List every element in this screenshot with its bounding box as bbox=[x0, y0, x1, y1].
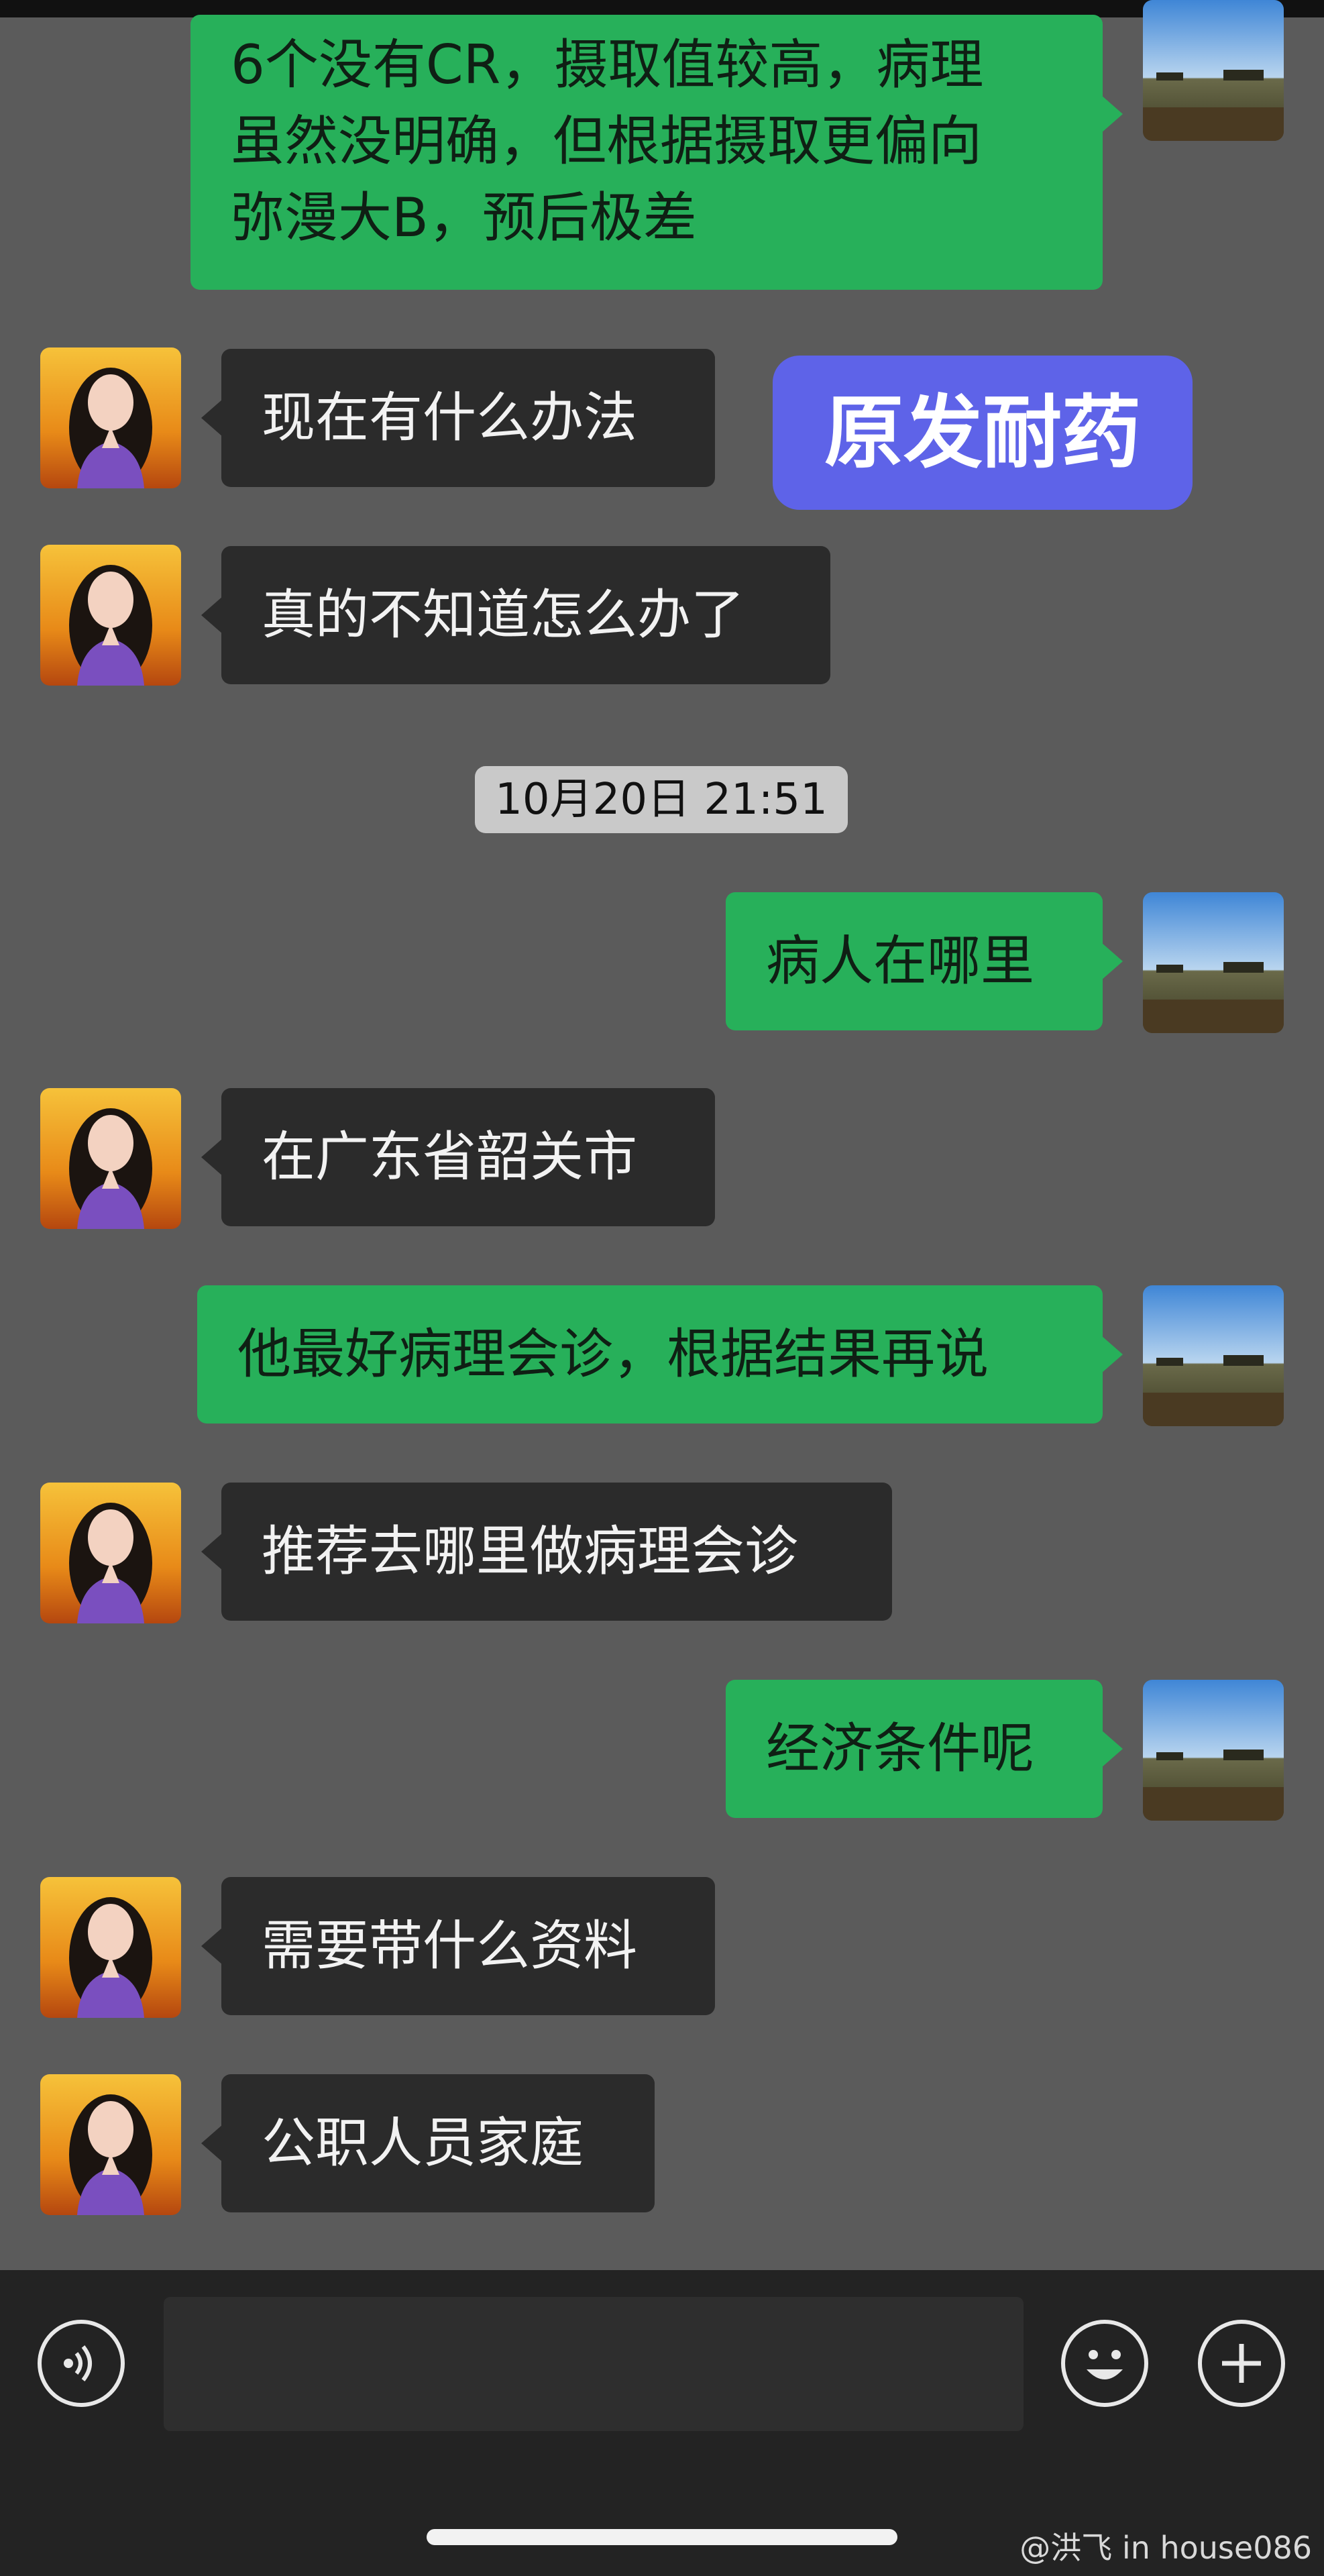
my-avatar[interactable] bbox=[1143, 1680, 1284, 1821]
my-avatar[interactable] bbox=[1143, 0, 1284, 141]
outgoing-message[interactable]: 6个没有CR，摄取值较高，病理 虽然没明确，但根据摄取更偏向 弥漫大B，预后极差 bbox=[190, 15, 1123, 290]
message-text: 他最好病理会诊，根据结果再说 bbox=[237, 1323, 989, 1385]
plus-icon bbox=[1222, 2344, 1261, 2383]
message-text: 推荐去哪里做病理会诊 bbox=[262, 1520, 798, 1582]
message-line: 弥漫大B，预后极差 bbox=[231, 186, 697, 249]
incoming-message[interactable]: 现在有什么办法 bbox=[201, 349, 715, 487]
voice-icon bbox=[64, 2345, 92, 2381]
message-text: 需要带什么资料 bbox=[262, 1915, 637, 1977]
incoming-message[interactable]: 公职人员家庭 bbox=[201, 2074, 655, 2212]
message-text: 公职人员家庭 bbox=[262, 2112, 584, 2174]
voice-button[interactable] bbox=[38, 2320, 125, 2407]
message-line: 6个没有CR，摄取值较高，病理 bbox=[231, 34, 984, 96]
contact-avatar[interactable] bbox=[40, 1877, 181, 2018]
incoming-message[interactable]: 推荐去哪里做病理会诊 bbox=[201, 1483, 892, 1621]
contact-avatar[interactable] bbox=[40, 1088, 181, 1229]
incoming-message[interactable]: 真的不知道怎么办了 bbox=[201, 546, 830, 684]
more-button[interactable] bbox=[1198, 2320, 1285, 2407]
smiley-icon bbox=[1087, 2350, 1123, 2379]
contact-avatar[interactable] bbox=[40, 545, 181, 686]
home-indicator bbox=[427, 2529, 897, 2545]
outgoing-message[interactable]: 病人在哪里 bbox=[726, 892, 1123, 1030]
timestamp: 10月20日 21:51 bbox=[475, 766, 848, 833]
message-input[interactable] bbox=[164, 2297, 1024, 2431]
message-line: 虽然没明确，但根据摄取更偏向 bbox=[231, 110, 982, 172]
message-text: 真的不知道怎么办了 bbox=[262, 584, 744, 646]
sticker-overlay: 原发耐药 bbox=[773, 356, 1193, 510]
contact-avatar[interactable] bbox=[40, 2074, 181, 2215]
emoji-button[interactable] bbox=[1061, 2320, 1148, 2407]
watermark: @洪飞 in house086 bbox=[1019, 2530, 1312, 2566]
message-text: 现在有什么办法 bbox=[262, 386, 637, 449]
outgoing-message[interactable]: 经济条件呢 bbox=[726, 1680, 1123, 1818]
incoming-message[interactable]: 在广东省韶关市 bbox=[201, 1088, 715, 1226]
my-avatar[interactable] bbox=[1143, 892, 1284, 1033]
contact-avatar[interactable] bbox=[40, 347, 181, 488]
incoming-message[interactable]: 需要带什么资料 bbox=[201, 1877, 715, 2015]
message-text: 在广东省韶关市 bbox=[262, 1126, 637, 1188]
contact-avatar[interactable] bbox=[40, 1483, 181, 1623]
message-text: 经济条件呢 bbox=[766, 1717, 1034, 1780]
message-text: 病人在哪里 bbox=[766, 930, 1034, 992]
my-avatar[interactable] bbox=[1143, 1285, 1284, 1426]
outgoing-message[interactable]: 他最好病理会诊，根据结果再说 bbox=[197, 1285, 1123, 1424]
